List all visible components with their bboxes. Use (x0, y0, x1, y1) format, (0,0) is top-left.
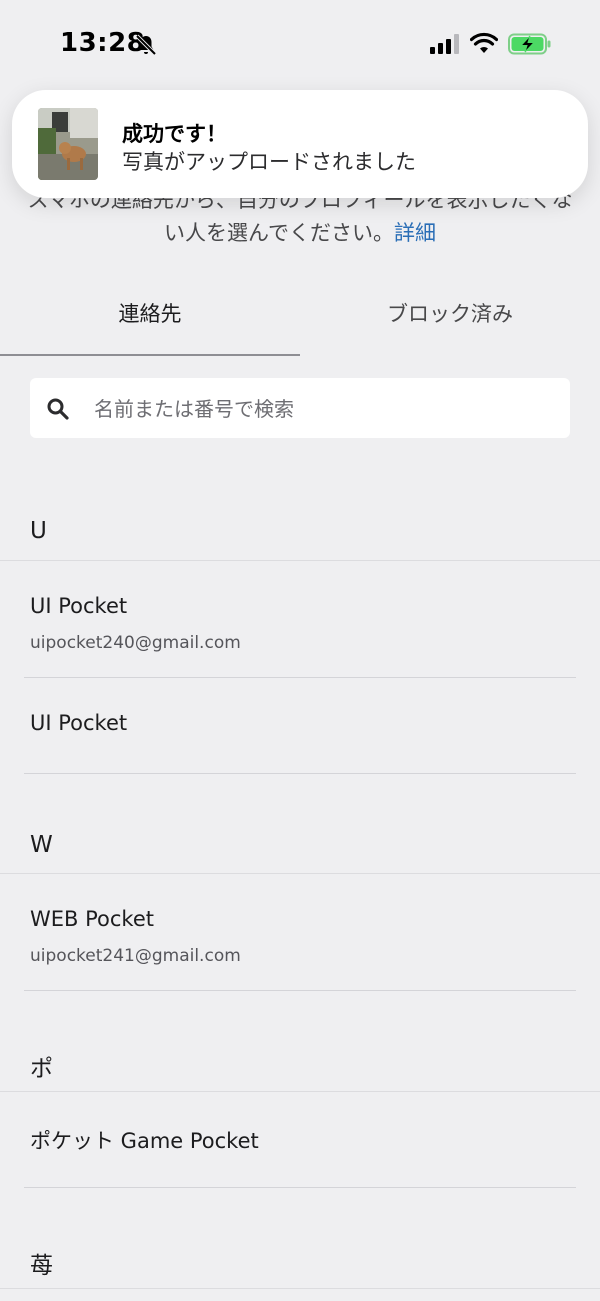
tab-bar: 連絡先 ブロック済み (0, 286, 600, 356)
contact-name: ポケット Game Pocket (30, 1129, 259, 1153)
contact-name: UI Pocket (30, 711, 128, 735)
tab-blocked[interactable]: ブロック済み (300, 286, 600, 354)
battery-charging-icon (508, 33, 551, 55)
tab-contacts[interactable]: 連絡先 (0, 286, 300, 356)
contact-list: U UI Pocket uipocket240@gmail.com UI Poc… (0, 480, 600, 1289)
section-header-ichigo: 苺 (0, 1188, 600, 1289)
contacts-block-screen: 13:28 スマホの連絡先から、自分のプロフィールを表示したくない人を選んでくだ… (0, 0, 600, 1301)
contact-row[interactable]: WEB Pocket uipocket241@gmail.com (24, 874, 576, 991)
photo-thumbnail (38, 108, 98, 180)
search-box (30, 378, 570, 440)
details-link[interactable]: 詳細 (394, 221, 436, 245)
contact-name: WEB Pocket (30, 907, 154, 931)
contact-row[interactable]: UI Pocket (24, 678, 576, 774)
contact-email: uipocket240@gmail.com (30, 633, 241, 653)
section-letter: ポ (30, 1056, 53, 1082)
cellular-signal-icon (430, 34, 459, 54)
toast-title: 成功です！ (122, 122, 227, 146)
wifi-icon (470, 32, 498, 53)
contact-row[interactable]: ポケット Game Pocket (24, 1092, 576, 1188)
section-letter: 苺 (30, 1253, 53, 1279)
section-letter: W (30, 832, 53, 858)
status-bar: 13:28 (0, 0, 600, 90)
section-header-u: U (0, 480, 600, 561)
search-input[interactable] (92, 378, 556, 440)
toast-message: 写真がアップロードされました (122, 150, 416, 174)
contact-name: UI Pocket (30, 594, 128, 618)
search-icon (47, 398, 69, 420)
bell-slash-icon (135, 34, 157, 56)
status-time: 13:28 (60, 28, 146, 58)
section-header-po: ポ (0, 991, 600, 1092)
section-header-w: W (0, 816, 600, 874)
upload-success-toast[interactable]: 成功です！ 写真がアップロードされました (12, 90, 588, 198)
contact-email: uipocket241@gmail.com (30, 946, 241, 966)
contact-row[interactable]: UI Pocket uipocket240@gmail.com (24, 561, 576, 678)
section-letter: U (30, 518, 47, 544)
